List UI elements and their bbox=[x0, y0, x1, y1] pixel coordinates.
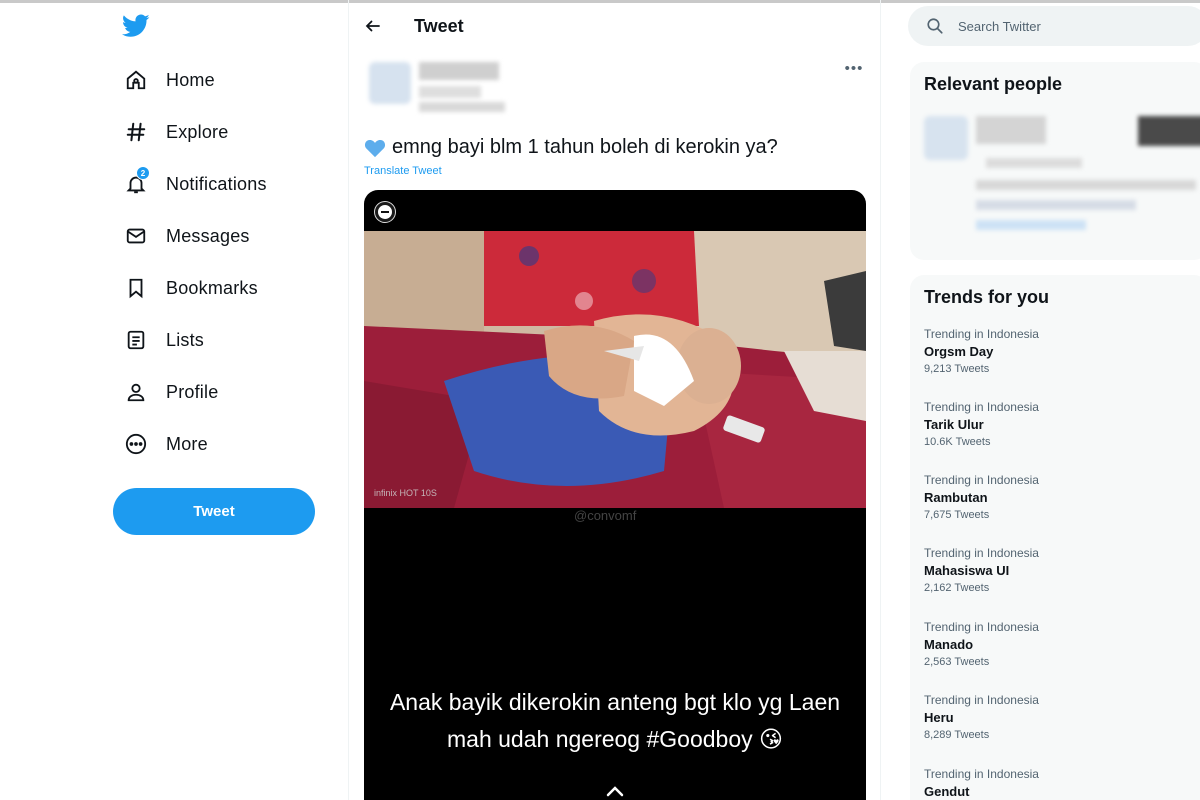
trend-name: Tarik Ulur bbox=[924, 417, 984, 432]
tweet-body: emng bayi blm 1 tahun boleh di kerokin y… bbox=[392, 136, 778, 158]
nav-label-bookmarks: Bookmarks bbox=[166, 277, 258, 298]
trend-context: Trending in Indonesia bbox=[924, 767, 1039, 781]
trend-context: Trending in Indonesia bbox=[924, 327, 1039, 341]
main-navigation: Home Explore 2 Notifications Messages Bo… bbox=[112, 54, 342, 470]
trend-item[interactable]: Trending in Indonesia Rambutan 7,675 Twe… bbox=[924, 473, 1200, 543]
nav-label-home: Home bbox=[166, 69, 215, 90]
hashtag-icon bbox=[124, 120, 148, 144]
tweet-video-media[interactable]: infinix HOT 10S @convomf Anak bayik dike… bbox=[364, 190, 866, 800]
tweet-more-options-icon[interactable]: ••• bbox=[844, 58, 864, 78]
handle-watermark: @convomf bbox=[574, 508, 637, 523]
twitter-bird-icon[interactable] bbox=[121, 14, 150, 40]
nav-label-more: More bbox=[166, 433, 208, 454]
video-caption: Anak bayik dikerokin anteng bgt klo yg L… bbox=[364, 684, 866, 758]
video-caption-line-1: Anak bayik dikerokin anteng bgt klo yg L… bbox=[389, 689, 841, 715]
back-arrow-icon[interactable] bbox=[361, 14, 385, 38]
trend-name: Rambutan bbox=[924, 490, 988, 505]
trends-title: Trends for you bbox=[924, 287, 1050, 307]
trend-count: 8,289 Tweets bbox=[924, 729, 990, 741]
trend-context: Trending in Indonesia bbox=[924, 473, 1039, 487]
nav-item-home[interactable]: Home bbox=[112, 54, 342, 106]
trend-item[interactable]: Trending in Indonesia Orgsm Day 9,213 Tw… bbox=[924, 327, 1200, 397]
trend-context: Trending in Indonesia bbox=[924, 620, 1039, 634]
trend-context: Trending in Indonesia bbox=[924, 693, 1039, 707]
more-circle-icon bbox=[124, 432, 148, 456]
tweet-text: emng bayi blm 1 tahun boleh di kerokin y… bbox=[364, 136, 778, 159]
right-sidebar: Relevant people Trends for you Trending … bbox=[908, 0, 1200, 800]
trend-count: 2,563 Tweets bbox=[924, 656, 990, 668]
author-info-blurred[interactable] bbox=[363, 56, 513, 120]
trend-name: Manado bbox=[924, 637, 974, 652]
trend-name: Orgsm Day bbox=[924, 344, 994, 359]
nav-item-bookmarks[interactable]: Bookmarks bbox=[112, 262, 342, 314]
relevant-person-blurred[interactable] bbox=[920, 112, 1200, 252]
search-bar[interactable] bbox=[908, 6, 1200, 46]
home-icon bbox=[124, 68, 148, 92]
nav-item-messages[interactable]: Messages bbox=[112, 210, 342, 262]
trend-count: 10.6K Tweets bbox=[924, 436, 991, 448]
left-sidebar: Home Explore 2 Notifications Messages Bo… bbox=[100, 0, 348, 800]
translate-tweet-link[interactable]: Translate Tweet bbox=[364, 165, 442, 177]
blue-heart-icon bbox=[364, 139, 386, 157]
trend-count: 2,162 Tweets bbox=[924, 582, 990, 594]
list-icon bbox=[124, 328, 148, 352]
notification-count-badge: 2 bbox=[136, 166, 150, 180]
nav-item-more[interactable]: More bbox=[112, 418, 342, 470]
nav-label-explore: Explore bbox=[166, 121, 229, 142]
relevant-people-card: Relevant people bbox=[910, 62, 1200, 260]
search-icon bbox=[927, 18, 943, 34]
trend-item[interactable]: Trending in Indonesia Mahasiswa UI 2,162… bbox=[924, 546, 1200, 616]
nav-item-profile[interactable]: Profile bbox=[112, 366, 342, 418]
tweet-header: Tweet bbox=[349, 6, 880, 46]
trend-item[interactable]: Trending in Indonesia Heru 8,289 Tweets … bbox=[924, 693, 1200, 763]
chevron-up-icon[interactable] bbox=[605, 784, 625, 798]
trend-name: Mahasiswa UI bbox=[924, 563, 1010, 578]
trend-name: Gendut bbox=[924, 784, 970, 799]
trend-item[interactable]: Trending in Indonesia Tarik Ulur 10.6K T… bbox=[924, 400, 1200, 470]
media-source-logo-icon bbox=[375, 202, 395, 222]
video-frame-image bbox=[364, 231, 866, 508]
trend-context: Trending in Indonesia bbox=[924, 400, 1039, 414]
device-watermark: infinix HOT 10S bbox=[374, 488, 437, 498]
trend-count: 9,213 Tweets bbox=[924, 363, 990, 375]
search-input[interactable] bbox=[958, 6, 1198, 46]
person-icon bbox=[124, 380, 148, 404]
trends-card: Trends for you Trending in Indonesia Org… bbox=[910, 275, 1200, 800]
trend-count: 7,675 Tweets bbox=[924, 509, 990, 521]
nav-label-lists: Lists bbox=[166, 329, 205, 350]
nav-item-lists[interactable]: Lists bbox=[112, 314, 342, 366]
trend-item[interactable]: Trending in Indonesia Manado 2,563 Tweet… bbox=[924, 620, 1200, 690]
bookmark-icon bbox=[124, 276, 148, 300]
compose-tweet-button[interactable]: Tweet bbox=[113, 488, 315, 535]
nav-label-profile: Profile bbox=[166, 381, 219, 402]
video-caption-line-2: mah udah ngereog #Goodboy 😘 bbox=[447, 726, 783, 752]
bell-icon: 2 bbox=[124, 166, 150, 196]
trend-item[interactable]: Trending in Indonesia Gendut bbox=[924, 767, 1200, 800]
nav-item-notifications[interactable]: 2 Notifications bbox=[112, 158, 342, 210]
nav-label-notifications: Notifications bbox=[166, 173, 267, 194]
relevant-people-title: Relevant people bbox=[924, 74, 1063, 94]
trend-name: Heru bbox=[924, 710, 954, 725]
tweet-detail-column: Tweet ••• emng bayi blm 1 tahun boleh di… bbox=[348, 0, 881, 800]
envelope-icon bbox=[124, 224, 148, 248]
trend-context: Trending in Indonesia bbox=[924, 546, 1039, 560]
nav-label-messages: Messages bbox=[166, 225, 250, 246]
page-title: Tweet bbox=[414, 16, 464, 36]
nav-item-explore[interactable]: Explore bbox=[112, 106, 342, 158]
